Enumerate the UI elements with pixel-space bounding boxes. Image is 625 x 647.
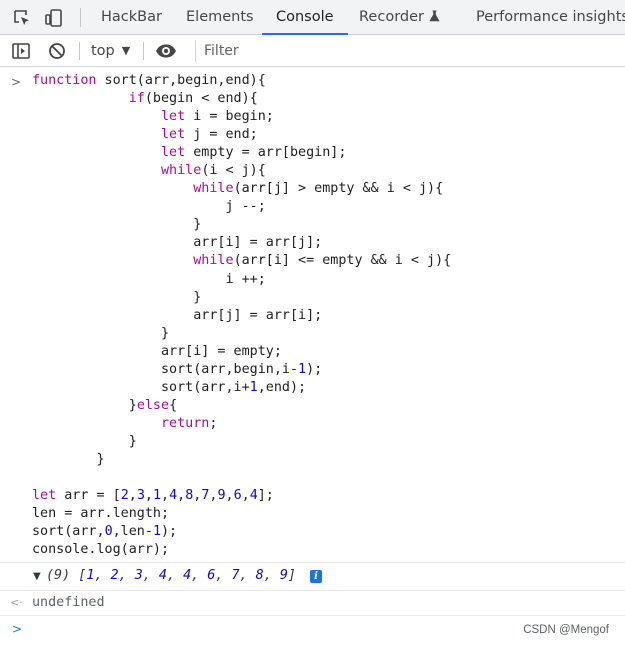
code-line: } [32, 451, 105, 467]
code-line: return; [161, 415, 218, 431]
expand-triangle-icon[interactable]: ▼ [33, 571, 41, 582]
context-selector-label: top [91, 43, 115, 59]
code-line: let empty = arr[begin]; [161, 145, 347, 161]
code-line: j --; [32, 199, 266, 215]
code-line: i ++; [32, 271, 266, 287]
filter-input[interactable] [195, 40, 625, 62]
code-number: 1 [298, 361, 307, 377]
console-prompt[interactable]: > CSDN @Mengof [0, 616, 625, 647]
prompt-chevron-icon: > [12, 622, 23, 636]
code-line: } [32, 217, 202, 233]
toolbar-divider [79, 42, 80, 60]
clear-console-icon[interactable] [47, 41, 67, 61]
devtools-tab-bar: HackBar Elements Console Recorder Perfor… [0, 0, 625, 35]
info-icon[interactable]: i [310, 570, 322, 583]
code-line: sort(arr,begin,i-1); [32, 361, 323, 377]
code-line: } [32, 289, 202, 305]
flask-icon [429, 1, 440, 36]
code-number: 4 [169, 488, 178, 504]
code-line: } [32, 433, 137, 449]
code-line: while(i < j){ [161, 163, 266, 179]
code-number: 4 [249, 488, 258, 504]
console-return-message: <· undefined [0, 591, 625, 615]
code-line: sort(arr,i+1,end); [32, 379, 307, 395]
code-line: arr[i] = arr[j]; [32, 235, 323, 251]
code-line: let arr = [2,3,1,4,8,7,9,6,4]; [32, 488, 274, 504]
tab-bar-divider [80, 8, 81, 27]
input-prompt-chevron-icon: > [11, 75, 22, 89]
code-line: if(begin < end){ [128, 91, 258, 107]
array-value: 3 [134, 568, 143, 583]
code-line: let i = begin; [161, 109, 274, 125]
tab-console[interactable]: Console [262, 0, 348, 35]
tab-elements-label: Elements [186, 9, 254, 25]
code-number: 1 [152, 524, 161, 540]
device-toolbar-icon[interactable] [44, 8, 64, 28]
code-number: 1 [249, 379, 258, 395]
tab-elements[interactable]: Elements [186, 0, 254, 35]
code-keyword: function [32, 73, 97, 88]
code-number: 0 [104, 524, 113, 540]
code-line: sort(arr,0,len-1); [32, 524, 178, 540]
tab-performance-insights[interactable]: Performance insights [476, 0, 625, 35]
array-value: 8 [255, 568, 264, 583]
watermark: CSDN @Mengof [523, 624, 609, 636]
code-keyword: while [193, 253, 234, 269]
console-input-code[interactable]: function sort(arr,begin,end){ if(begin <… [32, 72, 451, 559]
code-number: 2 [120, 488, 129, 504]
code-line: arr[i] = empty; [32, 343, 282, 359]
array-value: 6 [207, 568, 216, 583]
toolbar-divider [143, 42, 144, 60]
code-number: 8 [185, 488, 194, 504]
code-keyword: return [161, 415, 210, 431]
console-log-message: ▼ (9) [1, 2, 3, 4, 4, 6, 7, 8, 9] i [0, 564, 625, 590]
context-selector[interactable]: top ▼ [91, 35, 130, 67]
code-keyword: let [161, 127, 186, 143]
return-value: undefined [32, 595, 105, 610]
code-keyword: let [161, 109, 186, 125]
code-line: let j = end; [161, 127, 258, 143]
code-keyword: else [136, 397, 170, 413]
tab-hackbar-label: HackBar [101, 9, 162, 25]
tab-console-label: Console [276, 9, 334, 25]
code-number: 7 [201, 488, 210, 504]
array-value: 1 [86, 568, 95, 583]
code-keyword: if [128, 91, 145, 107]
tab-performance-insights-label: Performance insights [476, 9, 625, 25]
return-value-arrow-icon: <· [10, 596, 23, 609]
show-sidebar-icon[interactable] [11, 41, 31, 61]
code-line: }else{ [32, 397, 178, 413]
code-number: 9 [217, 488, 226, 504]
chevron-down-icon: ▼ [121, 44, 131, 57]
array-value: 9 [279, 568, 288, 583]
code-line: console.log(arr); [32, 542, 170, 558]
log-array-preview[interactable]: (9) [1, 2, 3, 4, 4, 6, 7, 8, 9] [46, 568, 296, 583]
code-line: while(arr[j] > empty && i < j){ [193, 181, 444, 197]
code-number: 6 [233, 488, 242, 504]
code-keyword: while [161, 163, 202, 179]
code-line: function sort(arr,begin,end){ [32, 73, 266, 88]
tab-recorder[interactable]: Recorder [359, 0, 440, 35]
message-divider [0, 562, 625, 563]
code-number: 3 [136, 488, 145, 504]
code-line: len = arr.length; [32, 506, 170, 522]
array-value: 7 [231, 568, 240, 583]
console-toolbar: top ▼ [0, 35, 625, 67]
live-expression-eye-icon[interactable] [155, 41, 176, 61]
code-number: 1 [152, 488, 161, 504]
array-value: 4 [158, 568, 167, 583]
tab-recorder-label: Recorder [359, 9, 424, 25]
code-line: while(arr[i] <= empty && i < j){ [193, 253, 452, 269]
array-length-label: (9) [46, 568, 79, 583]
array-value: 4 [183, 568, 192, 583]
code-line: } [32, 325, 170, 341]
code-line: arr[j] = arr[i]; [32, 307, 323, 323]
code-keyword: while [193, 181, 234, 197]
inspect-element-icon[interactable] [12, 8, 32, 28]
tab-hackbar[interactable]: HackBar [101, 0, 162, 35]
array-value: 2 [110, 568, 119, 583]
code-keyword: let [161, 145, 186, 161]
code-keyword: let [32, 488, 57, 504]
